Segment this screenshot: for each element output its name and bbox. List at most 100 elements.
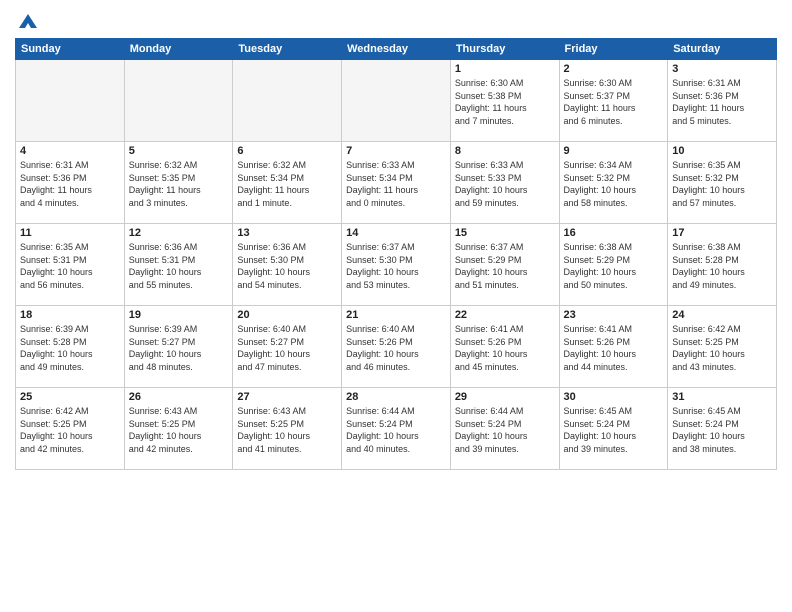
calendar-cell: 6 Sunrise: 6:32 AM Sunset: 5:34 PM Daylig…: [233, 142, 342, 224]
day-number: 30: [564, 391, 664, 403]
day-number: 17: [672, 227, 772, 239]
calendar-week-row: 4Sunrise: 6:31 AM Sunset: 5:36 PM Daylig…: [16, 142, 777, 224]
calendar-cell: 31 Sunrise: 6:45 AM Sunset: 5:24 PM Dayli…: [668, 388, 777, 470]
day-info: Sunrise: 6:31 AM Sunset: 5:36 PM Dayligh…: [20, 159, 120, 209]
day-number: 12: [129, 227, 229, 239]
weekday-header: Friday: [559, 39, 668, 60]
calendar-cell: 27Sunrise: 6:43 AM Sunset: 5:25 PM Dayli…: [233, 388, 342, 470]
calendar-cell: [16, 60, 125, 142]
day-number: 29: [455, 391, 555, 403]
calendar-cell: 17 Sunrise: 6:38 AM Sunset: 5:28 PM Dayli…: [668, 224, 777, 306]
calendar-week-row: 25 Sunrise: 6:42 AM Sunset: 5:25 PM Dayli…: [16, 388, 777, 470]
day-info: Sunrise: 6:40 AM Sunset: 5:26 PM Dayligh…: [346, 323, 446, 373]
day-info: Sunrise: 6:36 AM Sunset: 5:31 PM Dayligh…: [129, 241, 229, 291]
weekday-header: Wednesday: [342, 39, 451, 60]
calendar-cell: 22Sunrise: 6:41 AM Sunset: 5:26 PM Dayli…: [450, 306, 559, 388]
day-info: Sunrise: 6:43 AM Sunset: 5:25 PM Dayligh…: [237, 405, 337, 455]
calendar-cell: 9 Sunrise: 6:34 AM Sunset: 5:32 PM Daylig…: [559, 142, 668, 224]
weekday-header: Thursday: [450, 39, 559, 60]
calendar-cell: 19 Sunrise: 6:39 AM Sunset: 5:27 PM Dayli…: [124, 306, 233, 388]
day-number: 19: [129, 309, 229, 321]
day-info: Sunrise: 6:44 AM Sunset: 5:24 PM Dayligh…: [455, 405, 555, 455]
calendar-week-row: 1Sunrise: 6:30 AM Sunset: 5:38 PM Daylig…: [16, 60, 777, 142]
logo: [15, 10, 39, 32]
calendar-cell: 12 Sunrise: 6:36 AM Sunset: 5:31 PM Dayli…: [124, 224, 233, 306]
calendar-cell: 26 Sunrise: 6:43 AM Sunset: 5:25 PM Dayli…: [124, 388, 233, 470]
day-info: Sunrise: 6:32 AM Sunset: 5:34 PM Dayligh…: [237, 159, 337, 209]
day-info: Sunrise: 6:38 AM Sunset: 5:28 PM Dayligh…: [672, 241, 772, 291]
day-number: 14: [346, 227, 446, 239]
day-info: Sunrise: 6:42 AM Sunset: 5:25 PM Dayligh…: [672, 323, 772, 373]
calendar-table: SundayMondayTuesdayWednesdayThursdayFrid…: [15, 38, 777, 470]
day-info: Sunrise: 6:30 AM Sunset: 5:37 PM Dayligh…: [564, 77, 664, 127]
calendar-week-row: 11 Sunrise: 6:35 AM Sunset: 5:31 PM Dayli…: [16, 224, 777, 306]
calendar-cell: 11 Sunrise: 6:35 AM Sunset: 5:31 PM Dayli…: [16, 224, 125, 306]
day-info: Sunrise: 6:36 AM Sunset: 5:30 PM Dayligh…: [237, 241, 337, 291]
day-number: 2: [564, 63, 664, 75]
day-info: Sunrise: 6:42 AM Sunset: 5:25 PM Dayligh…: [20, 405, 120, 455]
calendar-cell: 13 Sunrise: 6:36 AM Sunset: 5:30 PM Dayli…: [233, 224, 342, 306]
calendar-cell: 28 Sunrise: 6:44 AM Sunset: 5:24 PM Dayli…: [342, 388, 451, 470]
day-number: 24: [672, 309, 772, 321]
calendar-cell: 3 Sunrise: 6:31 AM Sunset: 5:36 PM Daylig…: [668, 60, 777, 142]
calendar-cell: [233, 60, 342, 142]
calendar-cell: [124, 60, 233, 142]
day-info: Sunrise: 6:32 AM Sunset: 5:35 PM Dayligh…: [129, 159, 229, 209]
day-number: 7: [346, 145, 446, 157]
day-number: 15: [455, 227, 555, 239]
day-info: Sunrise: 6:44 AM Sunset: 5:24 PM Dayligh…: [346, 405, 446, 455]
day-number: 16: [564, 227, 664, 239]
day-info: Sunrise: 6:35 AM Sunset: 5:32 PM Dayligh…: [672, 159, 772, 209]
calendar-cell: 21 Sunrise: 6:40 AM Sunset: 5:26 PM Dayli…: [342, 306, 451, 388]
day-number: 6: [237, 145, 337, 157]
day-number: 13: [237, 227, 337, 239]
calendar-cell: 14 Sunrise: 6:37 AM Sunset: 5:30 PM Dayli…: [342, 224, 451, 306]
day-info: Sunrise: 6:39 AM Sunset: 5:28 PM Dayligh…: [20, 323, 120, 373]
day-number: 23: [564, 309, 664, 321]
day-info: Sunrise: 6:35 AM Sunset: 5:31 PM Dayligh…: [20, 241, 120, 291]
day-info: Sunrise: 6:43 AM Sunset: 5:25 PM Dayligh…: [129, 405, 229, 455]
day-number: 9: [564, 145, 664, 157]
calendar-cell: 4Sunrise: 6:31 AM Sunset: 5:36 PM Daylig…: [16, 142, 125, 224]
day-info: Sunrise: 6:40 AM Sunset: 5:27 PM Dayligh…: [237, 323, 337, 373]
calendar-cell: 24 Sunrise: 6:42 AM Sunset: 5:25 PM Dayli…: [668, 306, 777, 388]
calendar-cell: 2 Sunrise: 6:30 AM Sunset: 5:37 PM Daylig…: [559, 60, 668, 142]
calendar-cell: [342, 60, 451, 142]
calendar-cell: 18 Sunrise: 6:39 AM Sunset: 5:28 PM Dayli…: [16, 306, 125, 388]
calendar-week-row: 18 Sunrise: 6:39 AM Sunset: 5:28 PM Dayli…: [16, 306, 777, 388]
day-info: Sunrise: 6:34 AM Sunset: 5:32 PM Dayligh…: [564, 159, 664, 209]
day-number: 10: [672, 145, 772, 157]
calendar-cell: 25 Sunrise: 6:42 AM Sunset: 5:25 PM Dayli…: [16, 388, 125, 470]
calendar-cell: 30 Sunrise: 6:45 AM Sunset: 5:24 PM Dayli…: [559, 388, 668, 470]
day-info: Sunrise: 6:39 AM Sunset: 5:27 PM Dayligh…: [129, 323, 229, 373]
calendar-cell: 5Sunrise: 6:32 AM Sunset: 5:35 PM Daylig…: [124, 142, 233, 224]
day-info: Sunrise: 6:33 AM Sunset: 5:33 PM Dayligh…: [455, 159, 555, 209]
day-number: 21: [346, 309, 446, 321]
day-number: 18: [20, 309, 120, 321]
day-number: 31: [672, 391, 772, 403]
day-info: Sunrise: 6:31 AM Sunset: 5:36 PM Dayligh…: [672, 77, 772, 127]
day-info: Sunrise: 6:33 AM Sunset: 5:34 PM Dayligh…: [346, 159, 446, 209]
day-number: 20: [237, 309, 337, 321]
day-number: 28: [346, 391, 446, 403]
calendar-cell: 1Sunrise: 6:30 AM Sunset: 5:38 PM Daylig…: [450, 60, 559, 142]
calendar-cell: 7 Sunrise: 6:33 AM Sunset: 5:34 PM Daylig…: [342, 142, 451, 224]
day-number: 8: [455, 145, 555, 157]
day-info: Sunrise: 6:30 AM Sunset: 5:38 PM Dayligh…: [455, 77, 555, 127]
weekday-header: Monday: [124, 39, 233, 60]
day-info: Sunrise: 6:45 AM Sunset: 5:24 PM Dayligh…: [672, 405, 772, 455]
day-info: Sunrise: 6:37 AM Sunset: 5:30 PM Dayligh…: [346, 241, 446, 291]
calendar-cell: 8 Sunrise: 6:33 AM Sunset: 5:33 PM Daylig…: [450, 142, 559, 224]
day-number: 11: [20, 227, 120, 239]
weekday-header: Saturday: [668, 39, 777, 60]
weekday-header: Tuesday: [233, 39, 342, 60]
header: [15, 10, 777, 32]
day-number: 26: [129, 391, 229, 403]
logo-icon: [17, 10, 39, 32]
day-info: Sunrise: 6:45 AM Sunset: 5:24 PM Dayligh…: [564, 405, 664, 455]
weekday-header: Sunday: [16, 39, 125, 60]
calendar-cell: 20 Sunrise: 6:40 AM Sunset: 5:27 PM Dayli…: [233, 306, 342, 388]
calendar-cell: 16Sunrise: 6:38 AM Sunset: 5:29 PM Dayli…: [559, 224, 668, 306]
day-number: 3: [672, 63, 772, 75]
day-number: 25: [20, 391, 120, 403]
